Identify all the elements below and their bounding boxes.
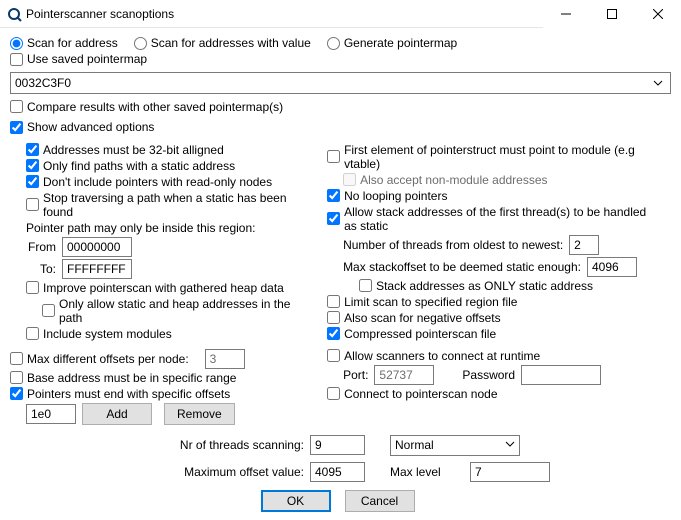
advanced-left-column: Addresses must be 32-bit alligned Only f… [10,141,309,343]
compare-results-check[interactable]: Compare results with other saved pointer… [10,100,283,114]
include-sysmods-check[interactable]: Include system modules [26,327,172,341]
allow-stack-check[interactable]: Allow stack addresses of the first threa… [327,205,661,233]
chevron-down-icon [505,438,515,452]
static-paths-check[interactable]: Only find paths with a static address [26,159,235,173]
only-static-heap-check[interactable]: Only allow static and heap addresses in … [42,297,299,325]
from-input[interactable] [62,237,132,257]
no-looping-check[interactable]: No looping pointers [327,189,447,203]
first-elem-module-label: First element of pointerstruct must poin… [344,143,661,171]
minimize-button[interactable] [543,0,589,28]
static-paths-label: Only find paths with a static address [43,159,235,173]
only-static-heap-label: Only allow static and heap addresses in … [59,297,299,325]
from-label: From [26,240,56,254]
port-label: Port: [343,368,368,382]
password-input [521,365,601,385]
no-readonly-check[interactable]: Don't include pointers with read-only no… [26,175,272,189]
stop-static-label: Stop traversing a path when a static has… [43,191,299,219]
accept-nonmodule-check: Also accept non-module addresses [343,173,547,187]
address-dropdown[interactable]: 0032C3F0 [10,72,671,94]
priority-select[interactable]: Normal [390,435,520,456]
improve-heap-check[interactable]: Improve pointerscan with gathered heap d… [26,281,284,295]
alligned32-label: Addresses must be 32-bit alligned [43,143,224,157]
max-diff-offsets-label: Max different offsets per node: [27,352,189,366]
base-range-check[interactable]: Base address must be in specific range [10,371,236,385]
generate-pointermap-label: Generate pointermap [344,36,457,50]
include-sysmods-label: Include system modules [43,327,172,341]
remove-button[interactable]: Remove [164,403,235,425]
compressed-file-label: Compressed pointerscan file [344,327,496,341]
end-specific-check[interactable]: Pointers must end with specific offsets [10,387,230,401]
show-advanced-label: Show advanced options [27,120,154,134]
advanced-right-column: First element of pointerstruct must poin… [327,141,671,343]
no-readonly-label: Don't include pointers with read-only no… [43,175,272,189]
show-advanced-check[interactable]: Show advanced options [10,120,154,134]
maximize-button[interactable] [589,0,635,28]
allow-stack-label: Allow stack addresses of the first threa… [344,205,661,233]
max-level-input[interactable] [470,462,550,482]
connect-node-label: Connect to pointerscan node [344,387,497,401]
use-saved-pointermap-label: Use saved pointermap [27,52,147,66]
generate-pointermap-radio[interactable]: Generate pointermap [327,36,457,50]
connect-node-check[interactable]: Connect to pointerscan node [327,387,497,401]
priority-value: Normal [395,438,434,452]
to-label: To: [26,262,56,276]
end-specific-label: Pointers must end with specific offsets [27,387,230,401]
stack-only-static-label: Stack addresses as ONLY static address [376,279,593,293]
scan-threads-input[interactable] [310,435,365,455]
limit-region-file-label: Limit scan to specified region file [344,295,517,309]
alligned32-check[interactable]: Addresses must be 32-bit alligned [26,143,224,157]
titlebar: Pointerscanner scanoptions [0,0,681,28]
app-icon [6,6,22,22]
stop-static-check[interactable]: Stop traversing a path when a static has… [26,191,299,219]
limit-region-file-check[interactable]: Limit scan to specified region file [327,295,517,309]
close-button[interactable] [635,0,681,28]
max-level-label: Max level [390,465,470,479]
chevron-down-icon [650,75,666,91]
password-label: Password [462,368,515,382]
scan-negative-check[interactable]: Also scan for negative offsets [327,311,501,325]
allow-runtime-check[interactable]: Allow scanners to connect at runtime [327,349,540,363]
max-offset-input[interactable] [310,462,365,482]
accept-nonmodule-label: Also accept non-module addresses [360,173,547,187]
use-saved-pointermap-check[interactable]: Use saved pointermap [10,52,147,66]
improve-heap-label: Improve pointerscan with gathered heap d… [43,281,284,295]
compressed-file-check[interactable]: Compressed pointerscan file [327,327,496,341]
max-diff-offsets-check[interactable]: Max different offsets per node: [10,352,189,366]
no-looping-label: No looping pointers [344,189,447,203]
scan-threads-label: Nr of threads scanning: [10,438,310,452]
allow-runtime-label: Allow scanners to connect at runtime [344,349,540,363]
max-diff-offsets-input [205,349,245,369]
first-elem-module-check[interactable]: First element of pointerstruct must poin… [327,143,661,171]
stackoffset-input[interactable] [587,257,637,277]
scan-for-address-radio[interactable]: Scan for address [10,36,118,50]
compare-results-label: Compare results with other saved pointer… [27,100,283,114]
stack-threads-input[interactable] [569,235,599,255]
scan-for-values-radio[interactable]: Scan for addresses with value [134,36,311,50]
scan-negative-label: Also scan for negative offsets [344,311,501,325]
stackoffset-label: Max stackoffset to be deemed static enou… [343,260,581,274]
stack-only-static-check[interactable]: Stack addresses as ONLY static address [359,279,593,293]
to-input[interactable] [62,259,132,279]
ok-button[interactable]: OK [261,490,331,512]
base-range-label: Base address must be in specific range [27,371,236,385]
address-value: 0032C3F0 [15,76,650,90]
cancel-button[interactable]: Cancel [345,490,415,512]
scan-for-values-label: Scan for addresses with value [151,36,311,50]
max-offset-label: Maximum offset value: [10,465,310,479]
add-button[interactable]: Add [82,403,152,425]
region-label: Pointer path may only be inside this reg… [26,221,255,235]
offset-input[interactable] [26,404,76,424]
stack-threads-label: Number of threads from oldest to newest: [343,238,563,252]
port-input [374,365,434,385]
scan-for-address-label: Scan for address [27,36,118,50]
window-title: Pointerscanner scanoptions [22,7,543,21]
